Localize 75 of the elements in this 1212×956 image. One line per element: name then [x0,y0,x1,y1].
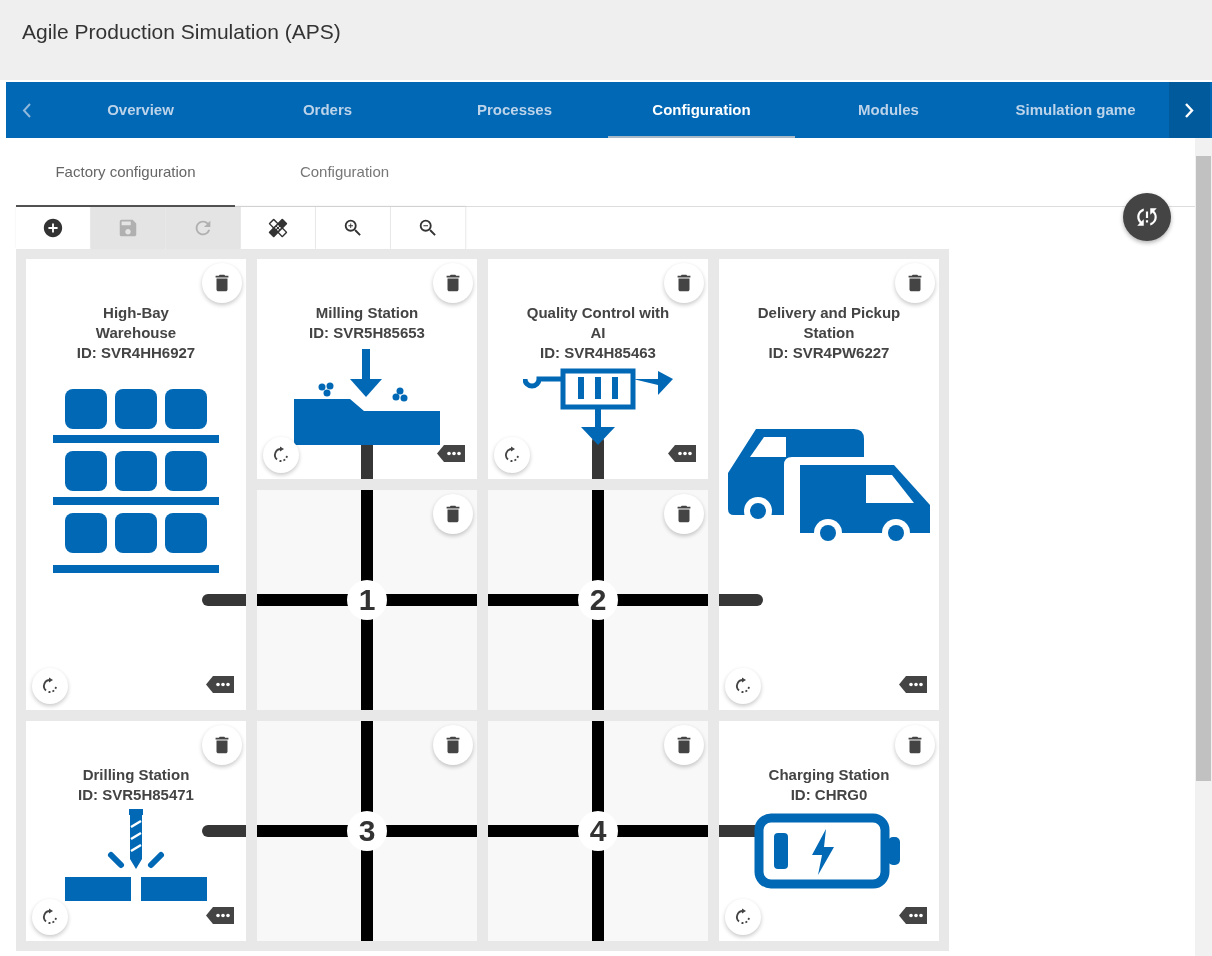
delete-button[interactable] [433,263,473,303]
rotate-icon [503,446,521,464]
bandage-button[interactable] [241,207,316,249]
delete-button[interactable] [202,263,242,303]
zoom-out-button[interactable] [391,207,466,249]
rotate-icon [272,446,290,464]
nav-tab[interactable]: Overview [47,82,234,138]
milling-icon [292,349,442,445]
delete-button[interactable] [433,725,473,765]
nav-tab[interactable]: Simulation game [982,82,1169,138]
module-id: ID: SVR4PW6227 [768,343,890,363]
delete-button[interactable] [202,725,242,765]
tag-icon [206,676,234,693]
rotate-icon [41,908,59,926]
nav-tab[interactable]: Orders [234,82,421,138]
rotate-button[interactable] [725,899,761,935]
intersection-number: 2 [578,580,618,620]
delete-button[interactable] [664,725,704,765]
rotate-button[interactable] [263,437,299,473]
tag-button[interactable] [668,445,696,462]
tag-icon [437,445,465,462]
rotate-icon [734,677,752,695]
chevron-left-icon [22,102,31,118]
module-title: High-Bay Warehouse [94,303,178,343]
module-title: Drilling Station [82,765,190,785]
module-title: Charging Station [768,765,890,785]
delete-button[interactable] [664,263,704,303]
intersection-number: 1 [347,580,387,620]
sub-tab[interactable]: Configuration [235,138,454,207]
tag-icon [668,445,696,462]
zoom-in-button[interactable] [316,207,391,249]
rotate-button[interactable] [494,437,530,473]
tag-icon [206,907,234,924]
module-title: Delivery and Pickup Station [756,303,902,343]
intersection-number: 4 [578,811,618,851]
nav-tab[interactable]: Processes [421,82,608,138]
module-id: ID: SVR5H85471 [78,785,194,805]
delete-button[interactable] [895,725,935,765]
delete-button[interactable] [433,494,473,534]
add-button[interactable] [16,207,91,249]
rotate-icon [734,908,752,926]
module-title: Quality Control with AI [525,303,671,343]
zoom-in-icon [342,217,364,239]
shelf-boxes-icon [53,389,219,575]
module-id: ID: SVR4H85463 [540,343,656,363]
tag-button[interactable] [206,676,234,693]
tag-button[interactable] [206,907,234,924]
app-title: Agile Production Simulation (APS) [22,20,341,44]
chevron-right-icon [1185,102,1194,118]
rotate-button[interactable] [32,668,68,704]
road-stub [719,594,763,606]
tag-button[interactable] [899,676,927,693]
scrollbar[interactable] [1195,138,1212,956]
nav-tab[interactable]: Configuration [608,82,795,138]
tag-icon [899,676,927,693]
rotate-button[interactable] [32,899,68,935]
delete-button[interactable] [664,494,704,534]
module-title: Milling Station [315,303,419,323]
rotate-button[interactable] [725,668,761,704]
intersection-number: 3 [347,811,387,851]
bandage-icon [267,217,289,239]
delete-button[interactable] [895,263,935,303]
road-stub [202,594,246,606]
module-id: ID: SVR4HH6927 [76,343,196,363]
zoom-out-icon [417,217,439,239]
rotate-icon [41,677,59,695]
circuit-funnel-icon [523,367,673,447]
sync-button[interactable] [1123,193,1171,241]
module-id: ID: CHRG0 [790,785,868,805]
tag-icon [899,907,927,924]
road-stub [202,825,246,837]
nav-tab[interactable]: Modules [795,82,982,138]
tag-button[interactable] [437,445,465,462]
module-id: ID: SVR5H85653 [309,323,425,343]
tag-button[interactable] [899,907,927,924]
